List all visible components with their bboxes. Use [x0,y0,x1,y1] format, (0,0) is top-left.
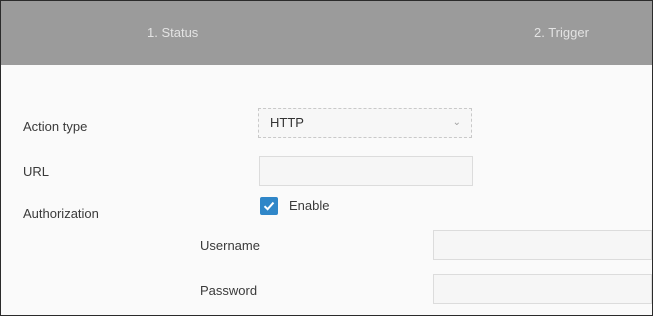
username-label: Username [200,238,260,253]
url-field[interactable] [259,156,473,186]
action-type-select[interactable]: HTTP ⌄ [258,108,472,138]
chevron-down-icon: ⌄ [452,117,461,128]
tab-status[interactable]: 1. Status [147,1,198,65]
enable-authorization-checkbox[interactable] [260,197,278,215]
settings-panel: 1. Status 2. Trigger Action type HTTP ⌄ … [0,0,653,316]
username-field[interactable] [433,230,652,260]
authorization-label: Authorization [23,206,99,221]
enable-label[interactable]: Enable [289,198,329,213]
username-input[interactable] [434,231,651,259]
password-input[interactable] [434,275,651,303]
wizard-tab-bar: 1. Status 2. Trigger [1,1,652,65]
tab-trigger[interactable]: 2. Trigger [534,1,589,65]
url-label: URL [23,164,50,179]
url-input[interactable] [260,157,472,185]
action-type-label: Action type [23,119,88,134]
password-label: Password [200,283,258,298]
checkmark-icon [263,201,275,211]
action-type-value: HTTP [270,115,304,130]
password-field[interactable] [433,274,652,304]
